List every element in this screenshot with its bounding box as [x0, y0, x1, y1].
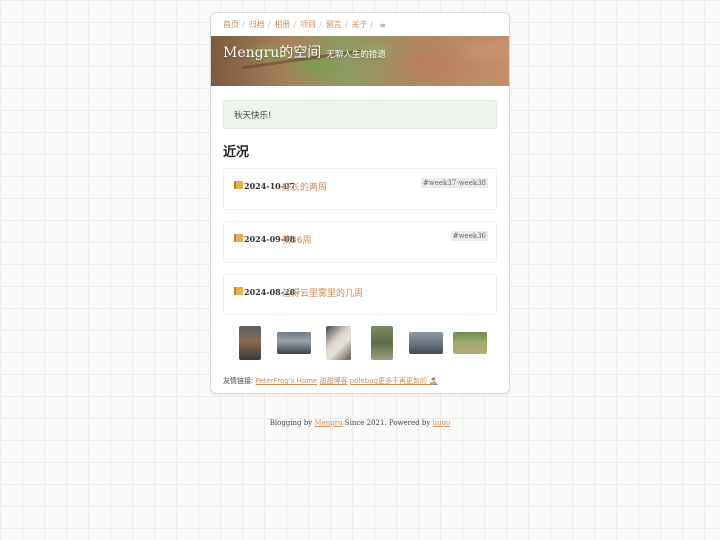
footer-middle: Since 2021. Powered by: [344, 419, 431, 427]
post-item[interactable]: 2024-10-07 好长的两周 #week37-week38: [223, 168, 497, 210]
footer-engine-link[interactable]: hugo: [433, 419, 451, 427]
top-nav: 首页 / 归档 / 相册 / 项目 / 留言 / 关于 / ☕: [211, 13, 509, 36]
nav-separator: /: [242, 20, 245, 29]
main-card: 首页 / 归档 / 相册 / 项目 / 留言 / 关于 / ☕ Mengru的空间 无聊人生的…: [210, 12, 510, 394]
friend-link[interactable]: polebug: [350, 377, 378, 385]
notice-box: 秋天快乐!: [223, 100, 497, 129]
friend-link[interactable]: 甜甜博客: [319, 377, 347, 385]
section-title: 近况: [223, 145, 250, 160]
nav-separator: /: [319, 20, 322, 29]
header-banner: Mengru的空间 无聊人生的拾遗: [211, 36, 509, 86]
nav-albums[interactable]: 相册: [274, 19, 290, 30]
site-title-text[interactable]: Mengru的空间: [223, 45, 321, 61]
post-tag[interactable]: #week36: [450, 231, 488, 241]
post-title-link[interactable]: 第36周: [282, 233, 311, 246]
photo-thumbnail[interactable]: [277, 332, 311, 354]
friend-links: 友情链接: PeterFrog's Home 甜甜博客 polebug更多不再更…: [223, 376, 497, 386]
post-list: 2024-10-07 好长的两周 #week37-week38 2024-09-…: [223, 168, 497, 315]
photo-thumbnail[interactable]: [371, 326, 393, 360]
friend-link[interactable]: PeterFrog's Home: [256, 377, 318, 385]
nav-guestbook[interactable]: 留言: [326, 19, 342, 30]
photo-thumbnail[interactable]: [453, 332, 487, 354]
nav-separator: /: [370, 20, 374, 29]
nav-projects[interactable]: 项目: [300, 19, 316, 30]
friend-links-label: 友情链接:: [223, 377, 254, 385]
page-footer: Blogging by Mengru Since 2021. Powered b…: [0, 419, 720, 427]
site-subtitle: 无聊人生的拾遗: [326, 50, 386, 60]
notebook-icon: [234, 181, 243, 189]
notebook-icon: [234, 287, 243, 295]
photo-thumbnail[interactable]: [239, 326, 261, 360]
footer-prefix: Blogging by: [269, 419, 313, 427]
notice-text: 秋天快乐!: [234, 110, 272, 121]
photo-thumbnail[interactable]: [326, 326, 351, 360]
site-title[interactable]: Mengru的空间 无聊人生的拾遗: [223, 42, 386, 62]
post-title-link[interactable]: 活得云里雾里的几周: [282, 286, 363, 299]
nav-separator: /: [293, 20, 297, 29]
friend-link[interactable]: 更多不再更新的 🏝️: [378, 377, 438, 385]
photo-strip: [211, 326, 509, 366]
photo-thumbnail[interactable]: [409, 332, 443, 354]
nav-archive[interactable]: 归档: [249, 19, 265, 30]
nav-separator: /: [344, 20, 348, 29]
nav-separator: /: [267, 20, 271, 29]
nav-home[interactable]: 首页: [223, 19, 239, 30]
post-item[interactable]: 2024-08-28 活得云里雾里的几周: [223, 274, 497, 315]
post-tag[interactable]: #week37-week38: [420, 178, 488, 188]
post-title-link[interactable]: 好长的两周: [282, 180, 327, 193]
post-item[interactable]: 2024-09-08 第36周 #week36: [223, 221, 497, 263]
coffee-icon[interactable]: ☕: [379, 20, 386, 29]
notebook-icon: [234, 234, 243, 242]
nav-about[interactable]: 关于: [352, 19, 368, 30]
footer-author-link[interactable]: Mengru: [314, 419, 342, 427]
